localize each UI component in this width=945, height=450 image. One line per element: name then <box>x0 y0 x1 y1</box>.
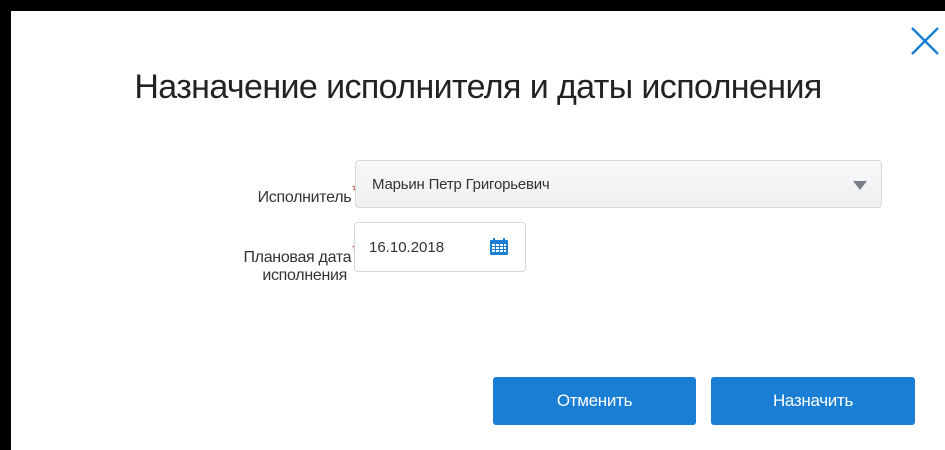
planned-date-label-line2: исполнения <box>262 267 347 284</box>
planned-date-label-line1: Плановая дата <box>243 249 352 266</box>
executor-label-text: Исполнитель <box>257 189 352 206</box>
cancel-button[interactable]: Отменить <box>493 377 696 425</box>
assign-button[interactable]: Назначить <box>711 377 915 425</box>
planned-date-field[interactable] <box>354 222 526 272</box>
executor-select[interactable]: Марьин Петр Григорьевич <box>355 160 882 208</box>
planned-date-label: Плановая дата* исполнения <box>171 242 359 285</box>
calendar-icon[interactable] <box>489 238 509 256</box>
assign-dialog: Назначение исполнителя и даты исполнения… <box>11 11 945 450</box>
executor-select-value: Марьин Петр Григорьевич <box>372 176 550 193</box>
planned-date-input[interactable] <box>369 239 469 256</box>
chevron-down-icon <box>853 181 867 190</box>
close-icon[interactable] <box>908 24 942 58</box>
executor-label: Исполнитель* <box>171 182 360 207</box>
dialog-title: Назначение исполнителя и даты исполнения <box>134 68 822 106</box>
